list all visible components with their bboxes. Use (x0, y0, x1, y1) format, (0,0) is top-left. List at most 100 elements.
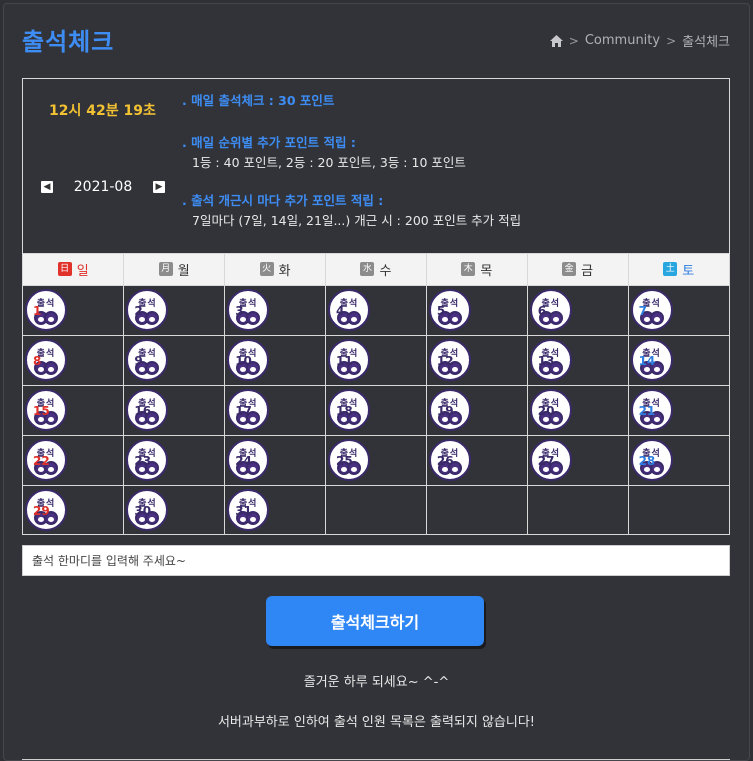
weekday-label: 金금 (562, 260, 593, 279)
day-number: 28 (638, 453, 656, 468)
rules: . 매일 출석체크 : 30 포인트 . 매일 순위별 추가 포인트 적립 : … (182, 91, 521, 231)
calendar: 日일月월火화水수木목金금土토 출석 1 출석 2 출석 3 출석 4 출석 5 출석 6 출석 7 출석 8 출… (23, 254, 729, 535)
day-number: 2 (134, 303, 143, 318)
attendance-stamp-icon: 출석 (328, 288, 371, 331)
calendar-day: 출석 30 (123, 485, 226, 535)
weekday-label: 月월 (158, 260, 190, 279)
rule-title: . 출석 개근시 마다 추가 포인트 적립 : (182, 193, 384, 208)
day-number: 12 (436, 353, 454, 368)
comment-input[interactable] (22, 545, 730, 576)
weekday-header: 水수 (325, 254, 427, 286)
weekday-header: 土토 (628, 254, 729, 286)
calendar-day: 출석 21 (628, 385, 729, 436)
day-number: 17 (235, 403, 252, 418)
day-number: 9 (134, 353, 143, 368)
weekday-label: 火화 (259, 260, 291, 279)
calendar-week: 출석 1 출석 2 출석 3 출석 4 출석 5 출석 6 출석 7 (23, 285, 729, 336)
weekday-name: 수 (379, 263, 392, 279)
breadcrumb-current: 출석체크 (682, 35, 730, 50)
calendar-day: 출석 12 (426, 335, 528, 386)
attendance-stamp-icon: 출석 (227, 288, 270, 331)
attendance-box: 12시 42분 19초 ◀ 2021-08 ▶ . 매일 출석체크 : 30 포… (22, 78, 730, 535)
weekday-name: 화 (278, 263, 291, 279)
calendar-week: 출석 29 출석 30 출석 31 (23, 485, 729, 535)
weekday-badge: 日 (57, 262, 72, 277)
day-number: 24 (235, 453, 252, 468)
info-panel: 12시 42분 19초 ◀ 2021-08 ▶ . 매일 출석체크 : 30 포… (23, 79, 729, 254)
calendar-day (426, 485, 528, 535)
weekday-name: 월 (177, 263, 190, 279)
calendar-day: 출석 2 (123, 285, 226, 336)
weekday-badge: 月 (158, 262, 173, 277)
calendar-day: 출석 28 (628, 435, 729, 486)
day-number: 14 (638, 353, 656, 368)
calendar-day: 출석 26 (426, 435, 528, 486)
calendar-day: 출석 5 (426, 285, 528, 336)
weekday-header: 木목 (426, 254, 528, 286)
notice-message: 서버과부하로 인하여 출석 인원 목록은 출력되지 않습니다! (217, 715, 536, 730)
day-number: 27 (537, 453, 555, 468)
weekday-name: 토 (682, 263, 695, 279)
calendar-day: 출석 14 (628, 335, 729, 386)
attendance-stamp-icon: 출석 (25, 288, 67, 331)
calendar-day: 출석 23 (123, 435, 226, 486)
rule-title: . 매일 출석체크 : 30 포인트 (182, 93, 335, 108)
weekday-header: 金금 (527, 254, 629, 286)
weekday-header: 日일 (23, 254, 125, 286)
greeting-message: 즐거운 하루 되세요~ ^-^ (303, 675, 450, 690)
weekday-name: 일 (76, 263, 89, 279)
day-number: 18 (336, 403, 353, 418)
day-number: 8 (33, 353, 42, 368)
day-number: 30 (134, 503, 152, 518)
breadcrumb-community[interactable]: Community (585, 33, 660, 48)
weekday-header: 火화 (224, 254, 327, 286)
day-number: 13 (537, 353, 555, 368)
chevron-right-icon: ▶ (155, 182, 163, 192)
weekday-label: 土토 (663, 260, 694, 279)
day-number: 11 (336, 353, 353, 368)
calendar-day: 출석 7 (628, 285, 729, 336)
weekday-badge: 火 (259, 262, 274, 277)
attendance-stamp-icon: 출석 (428, 288, 471, 331)
breadcrumb: > Community > 출석체크 (549, 31, 730, 50)
day-number: 25 (336, 453, 353, 468)
weekday-label: 日일 (57, 260, 89, 279)
calendar-day: 출석 25 (325, 435, 427, 486)
attendance-stamp-icon: 출석 (25, 338, 67, 381)
calendar-day: 출석 13 (527, 335, 629, 386)
calendar-day: 출석 31 (224, 485, 327, 535)
calendar-day: 출석 24 (224, 435, 327, 486)
day-number: 6 (537, 303, 547, 318)
rule-body: 7일마다 (7일, 14일, 21일...) 개근 시 : 200 포인트 추가… (192, 213, 522, 228)
next-month-button[interactable]: ▶ (153, 181, 165, 193)
prev-month-button[interactable]: ◀ (41, 181, 53, 193)
day-number: 10 (235, 353, 252, 368)
calendar-day: 출석 4 (325, 285, 427, 336)
calendar-day: 출석 18 (325, 385, 427, 436)
calendar-day: 출석 9 (123, 335, 226, 386)
weekday-badge: 木 (461, 262, 476, 277)
calendar-day (527, 485, 629, 535)
calendar-day: 출석 6 (527, 285, 629, 336)
attendance-stamp-icon: 출석 (630, 288, 673, 331)
day-number: 26 (436, 453, 454, 468)
calendar-day: 출석 11 (325, 335, 427, 386)
weekday-badge: 土 (663, 262, 678, 277)
weekday-header: 月월 (123, 254, 226, 286)
day-number: 7 (638, 303, 647, 318)
calendar-day: 출석 27 (527, 435, 629, 486)
calendar-day: 출석 22 (23, 435, 125, 486)
day-number: 4 (336, 303, 345, 318)
home-icon[interactable] (549, 34, 563, 47)
calendar-day: 출석 10 (224, 335, 327, 386)
attendance-stamp-icon: 출석 (529, 288, 572, 331)
calendar-day: 출석 8 (23, 335, 125, 386)
calendar-week: 출석 8 출석 9 출석 10 출석 11 출석 12 출석 13 출석 14 (23, 335, 729, 386)
day-number: 19 (436, 403, 454, 418)
day-number: 15 (33, 403, 50, 418)
calendar-day: 출석 19 (426, 385, 528, 436)
month-label: 2021-08 (73, 179, 133, 195)
calendar-week: 출석 15 출석 16 출석 17 출석 18 출석 19 출석 20 출석 21 (23, 385, 729, 436)
attendance-check-button[interactable]: 출석체크하기 (266, 596, 484, 646)
calendar-day: 출석 3 (224, 285, 327, 336)
